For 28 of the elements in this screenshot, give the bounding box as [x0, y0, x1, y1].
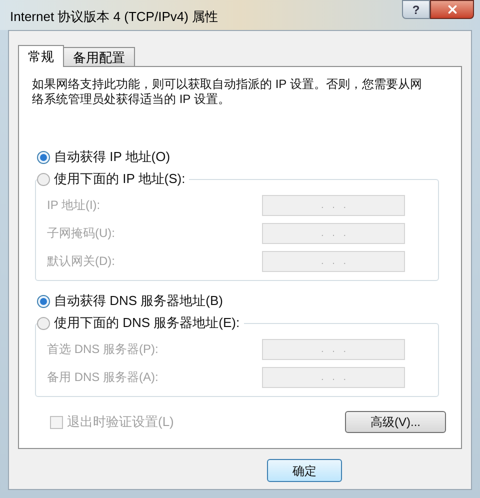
advanced-button[interactable]: 高级(V)... — [345, 411, 446, 433]
field-label: 子网掩码(U): — [47, 225, 116, 242]
tab[interactable]: 常规 — [18, 45, 64, 67]
radio-label: 使用下面的 IP 地址(S): — [54, 170, 186, 188]
field-value: . . . — [320, 254, 346, 268]
checkbox-label: 退出时验证设置(L) — [67, 413, 174, 432]
field-value: . . . — [320, 198, 346, 212]
field-label: 首选 DNS 服务器(P): — [47, 341, 160, 358]
field-value: . . . — [320, 226, 346, 240]
field-label: 备用 DNS 服务器(A): — [47, 369, 160, 386]
radio-label: 使用下面的 DNS 服务器地址(E): — [54, 314, 240, 332]
radio-button[interactable] — [37, 150, 50, 164]
close-icon — [446, 3, 458, 16]
radio-label: 自动获得 DNS 服务器地址(B) — [54, 292, 223, 310]
field-label: 默认网关(D): — [47, 253, 116, 270]
field-label: IP 地址(I): — [47, 197, 102, 214]
radio-label: 自动获得 IP 地址(O) — [54, 148, 170, 166]
radio-button[interactable] — [37, 172, 50, 186]
field-value: . . . — [320, 370, 346, 384]
tab[interactable]: 备用配置 — [63, 47, 135, 66]
radio-button[interactable] — [37, 316, 50, 330]
window-title: Internet 协议版本 4 (TCP/IPv4) 属性 — [10, 8, 218, 26]
radio-button[interactable] — [37, 294, 50, 308]
help-button[interactable]: ? — [402, 0, 430, 19]
ok-button[interactable]: 确定 — [267, 459, 342, 482]
close-button[interactable] — [430, 0, 474, 19]
description-text: 如果网络支持此功能，则可以获取自动指派的 IP 设置。否则，您需要从网络系统管理员处获得适当的 IP 设置。 — [31, 77, 423, 107]
field-value: . . . — [320, 342, 346, 356]
